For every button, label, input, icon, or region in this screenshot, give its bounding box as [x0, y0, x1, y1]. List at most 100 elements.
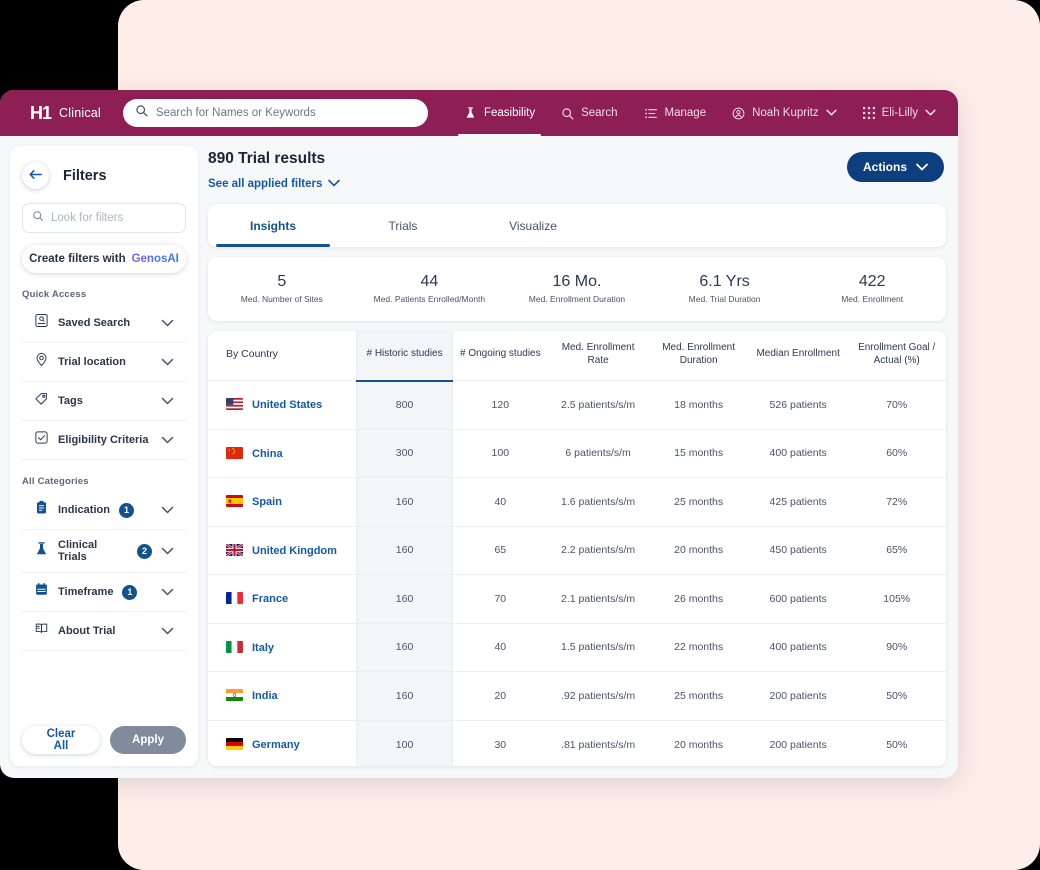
tab-visualize[interactable]: Visualize [468, 204, 598, 247]
sidebar-item-label: Timeframe [58, 586, 114, 598]
col-header-enrollment-goal-actual[interactable]: Enrollment Goal / Actual (%) [847, 331, 946, 381]
sidebar-item-trial-location[interactable]: Trial location [22, 343, 186, 382]
cell-country[interactable]: France [208, 575, 357, 624]
flag-icon-de [226, 738, 243, 750]
chevron-down-icon[interactable] [161, 622, 174, 640]
table-row[interactable]: China 300 100 6 patients/s/m 15 months 400 pa… [208, 429, 946, 478]
country-name: United Kingdom [252, 544, 337, 557]
global-search-box[interactable] [122, 99, 428, 127]
cell-median: 400 patients [769, 447, 827, 460]
filter-search-input[interactable] [51, 212, 176, 224]
clear-all-button[interactable]: Clear All [22, 726, 101, 754]
main-header: 890 Trial results See all applied filter… [208, 146, 946, 190]
app-logo[interactable]: H1 Clinical [30, 104, 101, 122]
chevron-down-icon[interactable] [161, 314, 174, 332]
clipboard-icon [34, 500, 49, 520]
filter-count-badge: 1 [122, 584, 138, 600]
flag-icon-in [226, 689, 243, 702]
filters-header: Filters [10, 146, 198, 199]
sidebar-item-label: Eligibility Criteria [58, 434, 149, 446]
sidebar-item-saved-search[interactable]: Saved Search [22, 304, 186, 343]
stat-label: Med. Enrollment Duration [528, 294, 626, 305]
search-icon [32, 209, 44, 227]
col-header-median-enrollment[interactable]: Median Enrollment [749, 331, 848, 381]
cell-country[interactable]: Italy [208, 623, 357, 672]
col-header-by-country[interactable]: By Country [208, 331, 357, 381]
h1-logo-icon: H1 [30, 103, 52, 123]
user-circle-icon [732, 107, 745, 120]
cell-median: 526 patients [769, 398, 827, 411]
col-header-med-enrollment-duration[interactable]: Med. Enrollment Duration [648, 331, 749, 381]
flag-icon-us [226, 398, 243, 411]
cell-duration: 20 months [674, 544, 724, 557]
table-row[interactable]: Italy 160 40 1.5 patients/s/m 22 months 400 p… [208, 623, 946, 672]
see-all-applied-filters-link[interactable]: See all applied filters [208, 178, 341, 190]
cell-ongoing: 40 [451, 477, 548, 526]
app-body: Filters Create filters with GenosAI Quic… [0, 136, 958, 778]
cell-rate: 1.5 patients/s/m [561, 641, 636, 654]
table-row[interactable]: France 160 70 2.1 patients/s/m 26 months 600 … [208, 574, 946, 624]
nav-item-org-menu[interactable]: Eli-Lilly [862, 90, 936, 136]
cell-country[interactable]: Germany [208, 720, 357, 766]
sidebar-item-about-trial[interactable]: About Trial [22, 612, 186, 651]
cell-country[interactable]: China [208, 429, 357, 478]
tab-trials[interactable]: Trials [338, 204, 468, 247]
back-button[interactable] [22, 162, 49, 189]
genos-button-prefix: Create filters with [29, 253, 126, 265]
country-name: United States [252, 399, 323, 412]
chevron-down-icon[interactable] [161, 431, 174, 449]
chevron-down-icon[interactable] [161, 542, 174, 560]
nav-item-manage[interactable]: Manage [644, 90, 706, 136]
apply-button[interactable]: Apply [110, 726, 186, 754]
tab-insights[interactable]: Insights [208, 204, 338, 247]
cell-ongoing: 30 [451, 720, 548, 766]
table-row[interactable]: United Kingdom 160 65 2.2 patients/s/m 20 mo… [208, 526, 946, 575]
cell-historic: 160 [356, 623, 453, 672]
cell-goal: 105% [883, 592, 911, 605]
chevron-down-icon [328, 178, 341, 190]
table-row[interactable]: India 160 20 .92 patients/s/m 25 months 200 p… [208, 671, 946, 721]
cell-ongoing: 20 [451, 671, 548, 720]
stat-value: 16 Mo. [552, 273, 602, 291]
country-insights-table-card: By Country # Historic studies # Ongoing … [208, 331, 946, 766]
chevron-down-icon[interactable] [161, 501, 174, 519]
stat-med-enrollment-duration: 16 Mo. Med. Enrollment Duration [503, 273, 651, 305]
chevron-down-icon[interactable] [161, 583, 174, 601]
chevron-down-icon[interactable] [161, 392, 174, 410]
cell-country[interactable]: India [208, 672, 357, 721]
nav-item-user-menu[interactable]: Noah Kupritz [732, 90, 837, 136]
sidebar-item-timeframe[interactable]: Timeframe 1 [22, 573, 186, 612]
sidebar-item-indication[interactable]: Indication 1 [22, 491, 186, 530]
col-header-ongoing-studies[interactable]: # Ongoing studies [451, 331, 548, 381]
actions-button[interactable]: Actions [846, 152, 944, 182]
filter-search-box[interactable] [22, 203, 186, 233]
top-navigation-bar: H1 Clinical Search for Names or Keywords… [0, 90, 958, 136]
cell-country[interactable]: United States [208, 381, 357, 430]
table-header: By Country # Historic studies # Ongoing … [208, 331, 946, 382]
cell-historic: 800 [356, 380, 453, 429]
table-row[interactable]: Spain 160 40 1.6 patients/s/m 25 months 425 p… [208, 477, 946, 527]
nav-item-feasibility[interactable]: Feasibility [457, 90, 542, 136]
stat-label: Med. Number of Sites [240, 294, 323, 305]
global-search-input[interactable] [155, 107, 416, 119]
stat-value: 44 [420, 273, 439, 291]
sidebar-item-tags[interactable]: Tags [22, 382, 186, 421]
cell-historic: 100 [356, 720, 453, 766]
cell-median: 425 patients [769, 495, 827, 508]
col-header-historic-studies[interactable]: # Historic studies [356, 331, 453, 382]
nav-item-search[interactable]: Search [561, 90, 618, 136]
cell-country[interactable]: Spain [208, 478, 357, 527]
quick-access-section-title: Quick Access [22, 289, 87, 300]
create-filters-with-genosai-button[interactable]: Create filters with GenosAI [22, 245, 186, 273]
table-row[interactable]: United States 800 120 2.5 patients/s/m 18 mo… [208, 380, 946, 430]
chevron-down-icon[interactable] [161, 353, 174, 371]
cell-goal: 60% [886, 447, 908, 460]
col-header-med-enrollment-rate[interactable]: Med. Enrollment Rate [548, 331, 649, 381]
sidebar-item-eligibility-criteria[interactable]: Eligibility Criteria [22, 421, 186, 460]
sidebar-item-clinical-trials[interactable]: Clinical Trials 2 [22, 530, 186, 573]
table-row[interactable]: Germany 100 30 .81 patients/s/m 20 months 200… [208, 720, 946, 766]
cell-ongoing: 65 [451, 526, 548, 575]
cell-rate: 6 patients/s/m [565, 447, 631, 460]
cell-country[interactable]: United Kingdom [208, 526, 357, 575]
cell-median: 200 patients [769, 738, 827, 751]
